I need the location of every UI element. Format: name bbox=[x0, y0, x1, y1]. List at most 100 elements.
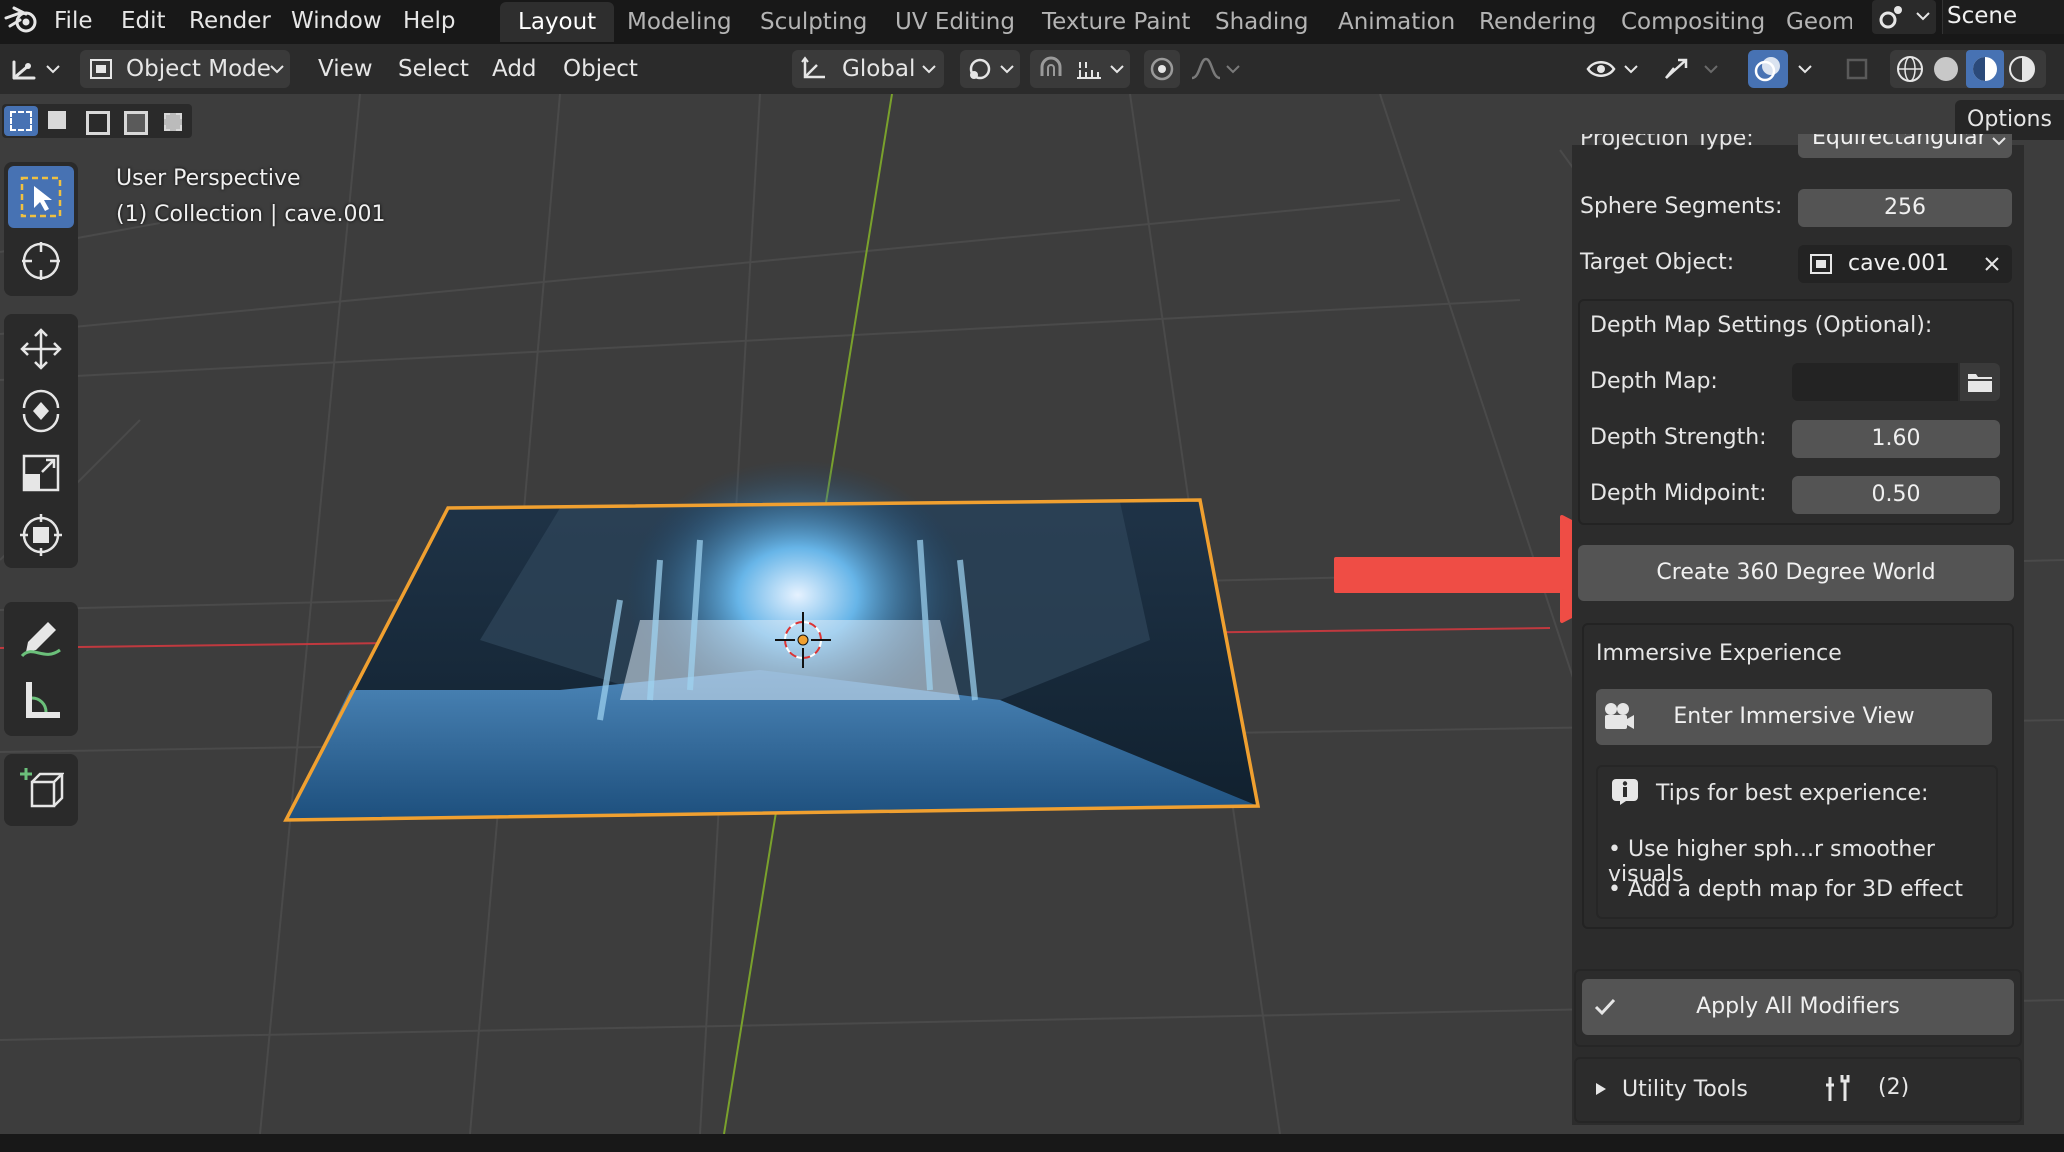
select-extend-button[interactable] bbox=[42, 106, 76, 136]
annotate-tool[interactable] bbox=[8, 606, 74, 668]
apply-all-modifiers-label: Apply All Modifiers bbox=[1696, 994, 1900, 1019]
utility-tools-panel[interactable]: Utility Tools (2) bbox=[1574, 1057, 2022, 1123]
proportional-falloff-selector[interactable] bbox=[1186, 50, 1246, 88]
select-subtract-button[interactable] bbox=[80, 106, 114, 136]
chevron-down-icon bbox=[1110, 65, 1124, 74]
tips-title: Tips for best experience: bbox=[1656, 781, 1929, 806]
chevron-down-icon bbox=[1226, 65, 1240, 74]
sphere-segments-field[interactable]: 256 bbox=[1798, 189, 2012, 227]
snapping-group[interactable] bbox=[1030, 50, 1130, 88]
menu-object[interactable]: Object bbox=[563, 50, 638, 88]
depth-map-field[interactable] bbox=[1792, 363, 1958, 401]
scene-name-field[interactable]: Scene bbox=[1942, 0, 2064, 34]
visibility-selector[interactable] bbox=[1582, 50, 1644, 88]
move-tool[interactable] bbox=[8, 318, 74, 380]
pivot-point-selector[interactable] bbox=[960, 50, 1020, 88]
menu-view[interactable]: View bbox=[318, 50, 373, 88]
rendered-shading-icon[interactable] bbox=[2006, 54, 2038, 84]
top-menu-bar: File Edit Render Window Help Layout Mode… bbox=[0, 0, 2064, 44]
create-360-world-button[interactable]: Create 360 Degree World bbox=[1578, 545, 2014, 601]
menu-add[interactable]: Add bbox=[492, 50, 537, 88]
tab-uv-editing[interactable]: UV Editing bbox=[877, 2, 1033, 42]
eye-icon bbox=[1586, 61, 1616, 77]
solid-shading-icon[interactable] bbox=[1930, 54, 1962, 84]
wireframe-shading-icon[interactable] bbox=[1894, 54, 1926, 84]
select-new-button[interactable] bbox=[4, 106, 38, 136]
chevron-down-icon bbox=[270, 65, 284, 74]
menu-help[interactable]: Help bbox=[403, 4, 455, 38]
projection-type-label: Projection Type: bbox=[1580, 134, 1780, 158]
xray-icon bbox=[1846, 58, 1868, 80]
select-invert-button[interactable] bbox=[118, 106, 152, 136]
depth-strength-field[interactable]: 1.60 bbox=[1792, 420, 2000, 458]
overlays-dropdown[interactable] bbox=[1792, 50, 1820, 88]
xray-toggle[interactable] bbox=[1840, 50, 1876, 88]
measure-tool[interactable] bbox=[8, 670, 74, 732]
browse-depth-map-button[interactable] bbox=[1960, 363, 2000, 401]
gizmo-selector[interactable] bbox=[1656, 50, 1726, 88]
cursor-tool[interactable] bbox=[8, 230, 74, 292]
material-preview-icon[interactable] bbox=[1969, 54, 2001, 84]
transform-orientation-selector[interactable]: Global bbox=[792, 50, 944, 88]
info-icon bbox=[1612, 779, 1638, 805]
add-cube-tool[interactable] bbox=[8, 758, 74, 820]
add-cube-icon bbox=[20, 768, 64, 808]
utility-tools-count: (2) bbox=[1878, 1075, 1910, 1100]
object-icon bbox=[1810, 254, 1832, 274]
orientation-label: Global bbox=[842, 56, 916, 82]
chevron-down-icon bbox=[1624, 65, 1638, 74]
overlays-toggle[interactable] bbox=[1748, 50, 1788, 88]
select-intersect-button[interactable] bbox=[156, 106, 190, 136]
blender-logo-icon[interactable] bbox=[4, 4, 40, 36]
tab-shading[interactable]: Shading bbox=[1197, 2, 1326, 42]
checkmark-icon bbox=[1594, 998, 1616, 1016]
shading-mode-group[interactable] bbox=[1890, 50, 2046, 88]
projection-type-dropdown[interactable]: Equirectangular bbox=[1798, 134, 2012, 158]
editor-type-button[interactable] bbox=[6, 50, 64, 88]
tab-modeling[interactable]: Modeling bbox=[609, 2, 750, 42]
tips-box: Tips for best experience: • Use higher s… bbox=[1596, 765, 1998, 919]
menu-edit[interactable]: Edit bbox=[121, 4, 166, 38]
collection-label: (1) Collection | cave.001 bbox=[116, 202, 386, 227]
apply-all-modifiers-button[interactable]: Apply All Modifiers bbox=[1582, 979, 2014, 1035]
rotate-tool[interactable] bbox=[8, 380, 74, 442]
scale-icon bbox=[22, 454, 60, 492]
select-box-tool[interactable] bbox=[8, 166, 74, 228]
target-object-label: Target Object: bbox=[1580, 250, 1735, 275]
tab-sculpting[interactable]: Sculpting bbox=[742, 2, 885, 42]
scene-selector-button[interactable] bbox=[1872, 0, 1936, 34]
tab-texture-paint[interactable]: Texture Paint bbox=[1024, 2, 1208, 42]
transform-tool[interactable] bbox=[8, 504, 74, 566]
selection-mode-group bbox=[2, 104, 192, 138]
mode-label: Object Mode bbox=[126, 56, 271, 82]
tab-rendering[interactable]: Rendering bbox=[1461, 2, 1614, 42]
axis-gizmo-icon bbox=[12, 60, 36, 80]
tab-animation[interactable]: Animation bbox=[1320, 2, 1473, 42]
pivot-icon bbox=[969, 58, 991, 80]
depth-midpoint-field[interactable]: 0.50 bbox=[1792, 476, 2000, 514]
close-icon[interactable] bbox=[1984, 256, 2000, 272]
select-cursor-icon bbox=[20, 176, 62, 218]
chevron-down-icon bbox=[1000, 65, 1014, 74]
tab-layout[interactable]: Layout bbox=[500, 2, 615, 42]
sphere-segments-label: Sphere Segments: bbox=[1580, 194, 1783, 219]
tab-geometry-nodes[interactable]: Geom bbox=[1768, 2, 1852, 42]
proportional-editing-toggle[interactable] bbox=[1144, 50, 1180, 88]
mode-selector[interactable]: Object Mode bbox=[80, 50, 290, 88]
enter-immersive-view-button[interactable]: Enter Immersive View bbox=[1596, 689, 1992, 745]
scene-icon bbox=[1879, 6, 1902, 29]
select-new-icon bbox=[10, 111, 32, 131]
depth-midpoint-label: Depth Midpoint: bbox=[1590, 481, 1767, 506]
menu-file[interactable]: File bbox=[54, 4, 93, 38]
gizmo-icon bbox=[1665, 58, 1688, 79]
menu-render[interactable]: Render bbox=[189, 4, 271, 38]
tab-compositing[interactable]: Compositing bbox=[1603, 2, 1783, 42]
menu-window[interactable]: Window bbox=[291, 4, 382, 38]
scene-name: Scene bbox=[1947, 3, 2018, 29]
menu-select[interactable]: Select bbox=[398, 50, 469, 88]
scale-tool[interactable] bbox=[8, 442, 74, 504]
chevron-down-icon bbox=[922, 65, 936, 74]
object-mode-icon bbox=[90, 59, 112, 79]
viewport-header: Object Mode View Select Add Object Globa… bbox=[0, 44, 2064, 94]
target-object-field[interactable]: cave.001 bbox=[1798, 245, 2012, 283]
